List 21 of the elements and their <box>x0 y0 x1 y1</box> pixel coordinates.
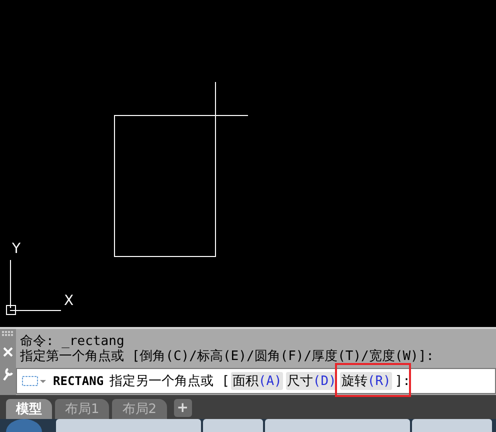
command-history-line: 命令: _rectang <box>20 334 126 349</box>
ucs-axis-icon <box>6 260 62 315</box>
close-icon[interactable] <box>3 347 13 357</box>
command-option[interactable]: 面积(A) <box>231 372 283 390</box>
wrench-icon[interactable] <box>2 367 14 381</box>
grip-handle-icon[interactable] <box>2 331 14 337</box>
crosshair-cursor <box>184 82 248 146</box>
y-axis-label: Y <box>12 242 21 256</box>
add-layout-button[interactable]: + <box>174 399 192 417</box>
command-history-line: 指定第一个角点或 [倒角(C)/标高(E)/圆角(F)/厚度(T)/宽度(W)]: <box>20 349 436 364</box>
layout-tab[interactable]: 布局2 <box>112 399 167 419</box>
layout-tab[interactable]: 模型 <box>6 399 52 419</box>
command-prompt: 指定另一个角点或 <box>110 373 214 390</box>
command-dropdown-icon[interactable] <box>21 375 47 387</box>
layout-tab[interactable]: 布局1 <box>55 399 110 419</box>
x-axis-label: X <box>64 294 74 308</box>
command-option[interactable]: 旋转(R) <box>340 372 392 390</box>
option-bracket: [ <box>222 374 230 388</box>
command-name: RECTANG <box>53 374 104 388</box>
option-bracket: ]: <box>394 374 411 388</box>
command-option[interactable]: 尺寸(D) <box>286 372 338 390</box>
